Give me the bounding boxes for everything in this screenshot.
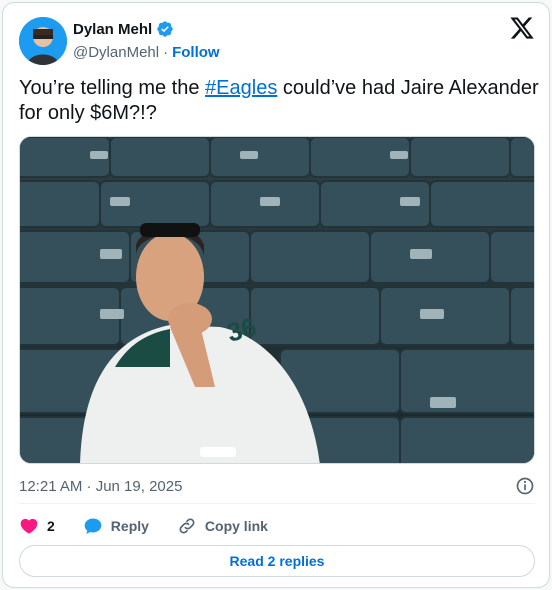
copy-link-button[interactable]: Copy link [177,516,268,536]
author-handle-row: @DylanMehl · Follow [73,44,220,61]
tweet-text-before: You’re telling me the [19,77,206,99]
timestamp-row: 12:21 AM · Jun 19, 2025 [19,475,535,497]
reply-button[interactable]: Reply [83,516,149,536]
author-display-name[interactable]: Dylan Mehl [73,21,152,38]
like-button[interactable]: 2 [19,516,55,536]
hashtag-link[interactable]: #Eagles [205,77,277,99]
photo-image: 36 [20,137,534,463]
author-handle[interactable]: @DylanMehl [73,44,159,61]
action-bar: 2 Reply Copy link [19,513,296,539]
speech-bubble-icon [84,518,102,534]
copy-link-label: Copy link [204,518,268,534]
reply-label: Reply [110,518,149,534]
tweet-photo[interactable]: 36 [19,136,535,464]
follow-button[interactable]: Follow [172,44,220,61]
verified-badge-icon [157,21,173,37]
avatar-image [19,17,67,65]
link-icon [179,518,195,534]
author-name-row: Dylan Mehl [73,20,174,38]
read-replies-button[interactable]: Read 2 replies [19,545,535,577]
x-logo-icon[interactable] [509,15,535,41]
tweet-card: Dylan Mehl @DylanMehl · Follow You’re te… [2,2,550,588]
info-icon[interactable] [515,476,535,496]
separator-dot: · [163,44,169,61]
divider [19,503,535,504]
heart-icon [20,518,38,534]
tweet-timestamp[interactable]: 12:21 AM · Jun 19, 2025 [19,478,182,495]
tweet-text: You’re telling me the #Eagles could’ve h… [19,76,539,126]
avatar[interactable] [19,17,67,65]
like-count: 2 [47,518,55,534]
